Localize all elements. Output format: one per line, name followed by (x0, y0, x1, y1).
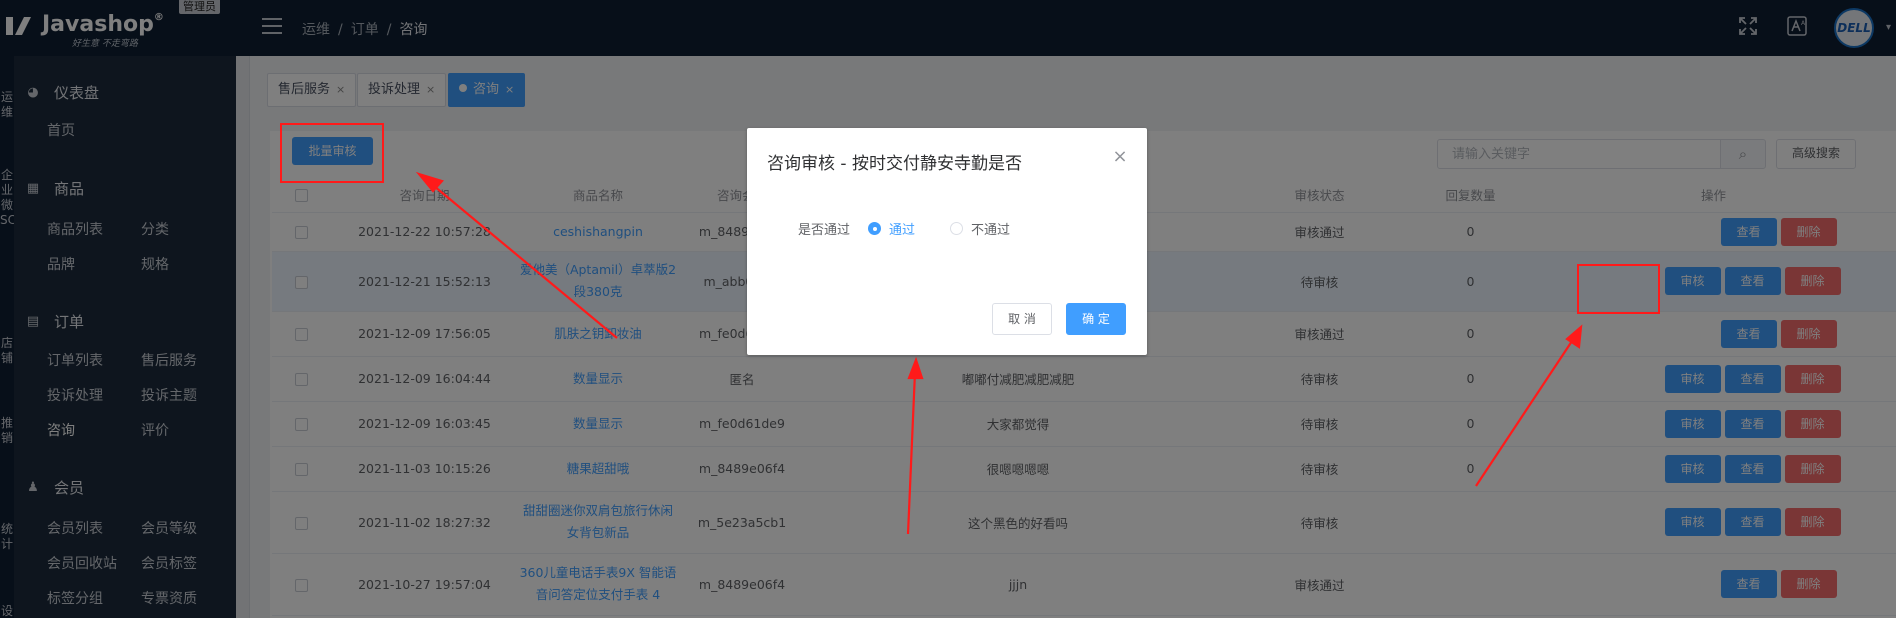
annotation-box (280, 123, 384, 183)
cancel-button[interactable]: 取 消 (992, 303, 1052, 335)
radio-checked-icon (868, 222, 881, 235)
radio-pass[interactable]: 通过 (868, 219, 915, 238)
radio-reject[interactable]: 不通过 (950, 219, 1010, 238)
close-icon[interactable]: × (1111, 148, 1129, 166)
pass-field-label: 是否通过 (798, 223, 851, 238)
annotation-box (1577, 264, 1660, 314)
radio-unchecked-icon (950, 222, 963, 235)
confirm-button[interactable]: 确 定 (1066, 303, 1126, 335)
dialog-title: 咨询审核 - 按时交付静安寺勤是否 (767, 154, 1022, 174)
consult-review-dialog: 咨询审核 - 按时交付静安寺勤是否 × 是否通过 通过 不通过 取 消 确 定 (747, 128, 1147, 355)
